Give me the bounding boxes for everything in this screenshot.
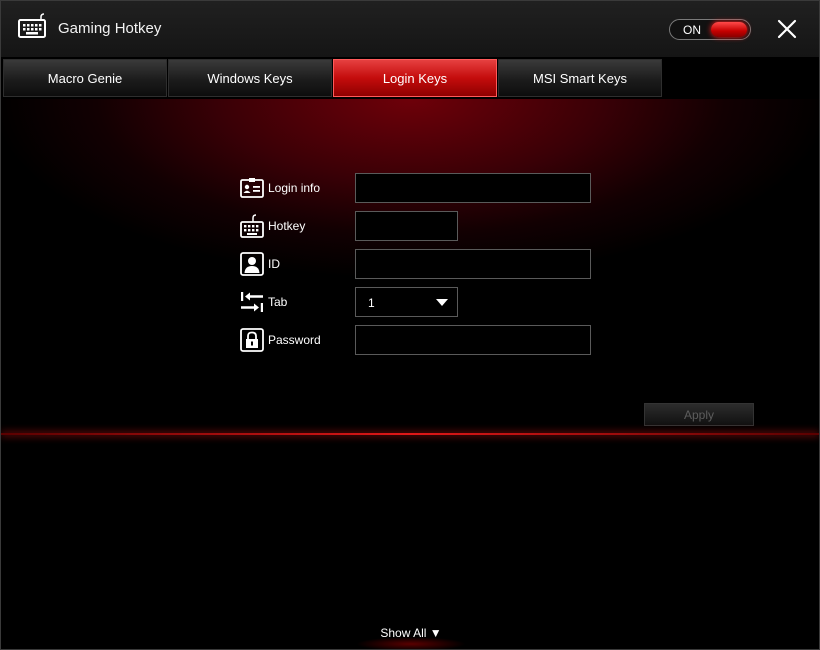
- login-info-label: Login info: [268, 181, 321, 195]
- tab-windows-keys[interactable]: Windows Keys: [168, 59, 332, 97]
- password-input[interactable]: [355, 325, 591, 355]
- tab-label: Tab: [268, 295, 288, 309]
- login-info-input[interactable]: [355, 173, 591, 203]
- show-all-button[interactable]: Show All ▼: [369, 626, 453, 644]
- lock-icon: [240, 328, 264, 352]
- tab-bar: Macro Genie Windows Keys Login Keys MSI …: [1, 57, 819, 99]
- keyboard-icon: [240, 214, 264, 238]
- id-input[interactable]: [355, 249, 591, 279]
- tab-arrows-icon: [241, 292, 263, 312]
- toggle-label: ON: [683, 23, 701, 37]
- toggle-knob: [711, 22, 747, 37]
- id-label: ID: [268, 257, 280, 271]
- tab-login-keys[interactable]: Login Keys: [333, 59, 497, 97]
- tab-count-select[interactable]: 1: [355, 287, 458, 317]
- user-icon: [240, 252, 264, 276]
- tab-macro-genie[interactable]: Macro Genie: [3, 59, 167, 97]
- gaming-hotkey-window: Gaming Hotkey ON Macro Genie Windows Key…: [0, 0, 820, 650]
- id-card-icon: [240, 178, 264, 198]
- app-title: Gaming Hotkey: [58, 20, 162, 37]
- close-icon[interactable]: [776, 18, 798, 40]
- tab-msi-smart-keys[interactable]: MSI Smart Keys: [498, 59, 662, 97]
- keyboard-app-icon: [18, 13, 46, 38]
- tab-count-value: 1: [368, 296, 375, 310]
- power-toggle[interactable]: ON: [669, 19, 751, 40]
- hotkey-label: Hotkey: [268, 219, 306, 233]
- hotkey-input[interactable]: [355, 211, 458, 241]
- title-bar: Gaming Hotkey ON: [1, 1, 819, 57]
- panel-divider: [1, 433, 819, 435]
- chevron-down-icon: [436, 299, 448, 306]
- password-label: Password: [268, 333, 321, 347]
- apply-button[interactable]: Apply: [644, 403, 754, 426]
